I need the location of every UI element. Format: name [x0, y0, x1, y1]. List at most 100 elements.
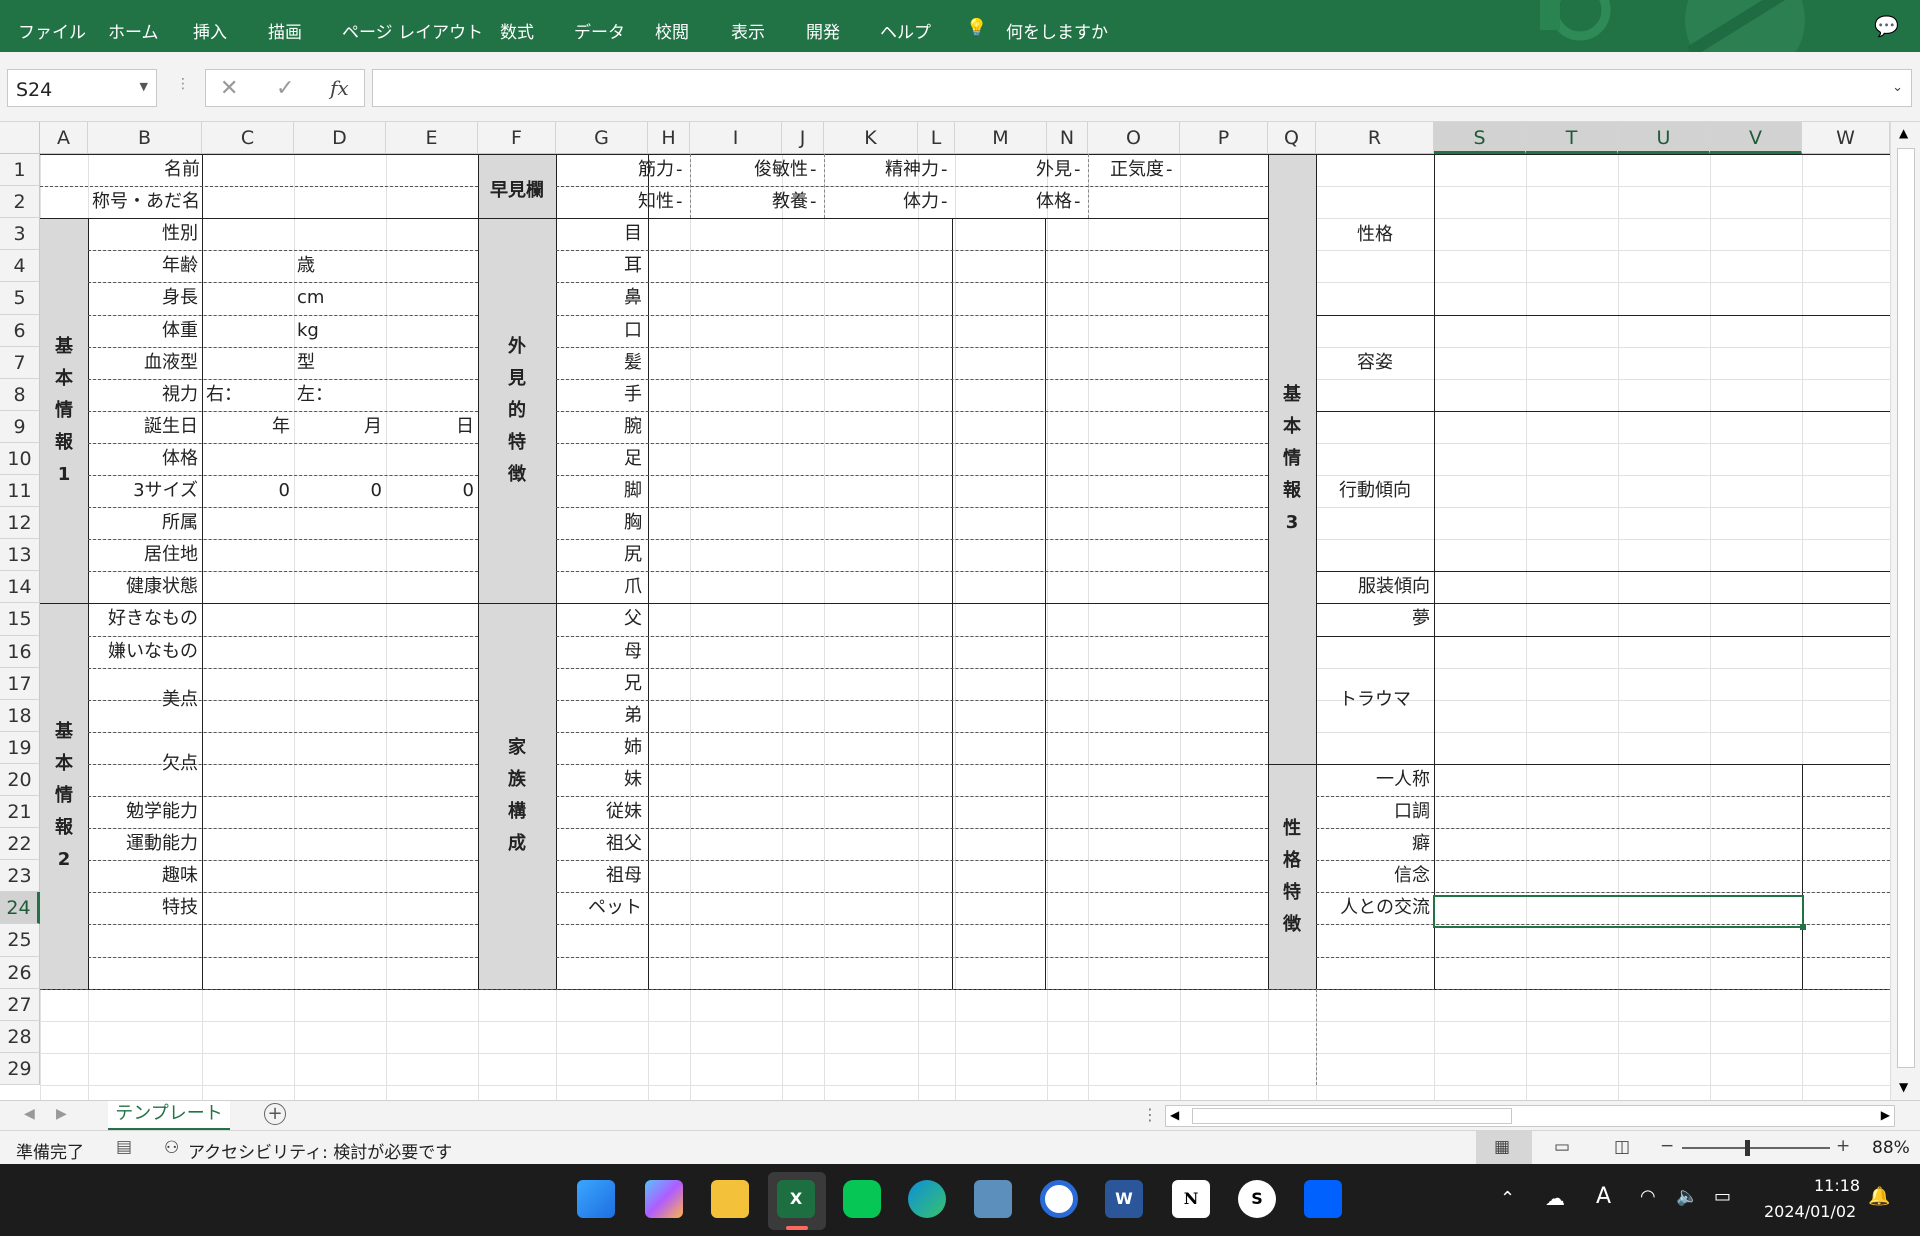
row-header-2[interactable]: 2	[0, 186, 40, 218]
page-layout-view-icon[interactable]: ▭	[1554, 1137, 1570, 1157]
column-header-Q[interactable]: Q	[1268, 122, 1316, 154]
notification-icon[interactable]: 🔔	[1868, 1186, 1890, 1207]
column-header-B[interactable]: B	[88, 122, 202, 154]
page-break-view-icon[interactable]: ◫	[1614, 1137, 1630, 1157]
column-header-U[interactable]: U	[1618, 122, 1710, 154]
onedrive-icon[interactable]: ☁	[1545, 1186, 1565, 1210]
row-header-12[interactable]: 12	[0, 507, 40, 539]
row-header-17[interactable]: 17	[0, 668, 40, 700]
splitter-icon[interactable]: ⋮	[1142, 1105, 1158, 1124]
excel-icon[interactable]: X	[777, 1180, 815, 1218]
accessibility-status[interactable]: アクセシビリティ: 検討が必要です	[188, 1138, 452, 1163]
column-header-V[interactable]: V	[1710, 122, 1802, 154]
tab-draw[interactable]: 描画	[268, 18, 302, 43]
vertical-scrollbar[interactable]: ▲ ▼	[1890, 122, 1920, 1100]
tab-insert[interactable]: 挿入	[193, 18, 227, 43]
column-header-G[interactable]: G	[556, 122, 648, 154]
select-all-corner[interactable]	[0, 122, 40, 154]
zoom-slider[interactable]	[1682, 1147, 1830, 1149]
row-header-23[interactable]: 23	[0, 860, 40, 892]
column-header-N[interactable]: N	[1047, 122, 1088, 154]
tab-formulas[interactable]: 数式	[500, 18, 534, 43]
row-header-25[interactable]: 25	[0, 924, 40, 957]
dropbox-icon[interactable]	[1304, 1180, 1342, 1218]
row-header-22[interactable]: 22	[0, 828, 40, 860]
copilot-icon[interactable]	[645, 1180, 683, 1218]
column-header-K[interactable]: K	[824, 122, 918, 154]
chevron-down-icon[interactable]: ▼	[140, 80, 148, 93]
app-s-icon[interactable]	[1040, 1180, 1078, 1218]
column-header-A[interactable]: A	[40, 122, 88, 154]
battery-icon[interactable]: ▭	[1714, 1186, 1731, 1207]
wifi-icon[interactable]: ◠	[1640, 1186, 1656, 1207]
row-header-4[interactable]: 4	[0, 250, 40, 282]
column-header-P[interactable]: P	[1180, 122, 1268, 154]
photos-icon[interactable]	[974, 1180, 1012, 1218]
tab-home[interactable]: ホーム	[108, 18, 159, 43]
row-header-5[interactable]: 5	[0, 282, 40, 315]
tab-review[interactable]: 校閲	[655, 18, 689, 43]
row-header-21[interactable]: 21	[0, 796, 40, 828]
column-header-F[interactable]: F	[478, 122, 556, 154]
volume-muted-icon[interactable]: 🔈	[1676, 1186, 1698, 1207]
zoom-in-icon[interactable]: +	[1836, 1136, 1850, 1156]
zoom-slider-thumb[interactable]	[1745, 1140, 1750, 1156]
sheet-tab-template[interactable]: テンプレート	[108, 1101, 230, 1131]
column-header-O[interactable]: O	[1088, 122, 1180, 154]
app-s2-icon[interactable]: S	[1238, 1180, 1276, 1218]
scroll-down-icon[interactable]: ▼	[1899, 1080, 1908, 1094]
file-explorer-icon[interactable]	[711, 1180, 749, 1218]
row-header-18[interactable]: 18	[0, 700, 40, 732]
cancel-icon[interactable]: ✕	[220, 76, 238, 101]
start-icon[interactable]	[577, 1180, 615, 1218]
selected-cell[interactable]	[1433, 895, 1806, 930]
column-header-C[interactable]: C	[202, 122, 294, 154]
column-header-T[interactable]: T	[1526, 122, 1618, 154]
macro-record-icon[interactable]: ▤	[116, 1137, 132, 1157]
row-header-6[interactable]: 6	[0, 315, 40, 347]
scroll-right-icon[interactable]: ▶	[1881, 1108, 1890, 1122]
column-header-W[interactable]: W	[1802, 122, 1890, 154]
column-header-I[interactable]: I	[690, 122, 782, 154]
column-header-M[interactable]: M	[955, 122, 1047, 154]
tab-view[interactable]: 表示	[731, 18, 765, 43]
zoom-level[interactable]: 88%	[1872, 1138, 1910, 1158]
row-header-29[interactable]: 29	[0, 1053, 40, 1085]
row-header-19[interactable]: 19	[0, 732, 40, 764]
ime-icon[interactable]: A	[1596, 1184, 1611, 1209]
more-options-icon[interactable]: ⋮	[176, 76, 190, 92]
scroll-up-icon[interactable]: ▲	[1899, 126, 1908, 140]
tab-developer[interactable]: 開発	[806, 18, 840, 43]
tab-data[interactable]: データ	[574, 18, 625, 43]
row-header-24[interactable]: 24	[0, 892, 40, 924]
formula-input[interactable]: ⌄	[372, 69, 1912, 107]
row-header-28[interactable]: 28	[0, 1021, 40, 1053]
row-header-13[interactable]: 13	[0, 539, 40, 571]
line-icon[interactable]	[843, 1180, 881, 1218]
row-header-10[interactable]: 10	[0, 443, 40, 475]
column-header-D[interactable]: D	[294, 122, 386, 154]
row-header-8[interactable]: 8	[0, 379, 40, 411]
row-header-3[interactable]: 3	[0, 218, 40, 250]
row-header-20[interactable]: 20	[0, 764, 40, 796]
tab-help[interactable]: ヘルプ	[880, 18, 931, 43]
column-header-L[interactable]: L	[918, 122, 955, 154]
worksheet-grid[interactable]: A B C D E F G H I J K L M N O P Q R S T U V W 1 2 3 4 5 6 7 8 9 10 11 12 13…	[0, 122, 1920, 1100]
tab-file[interactable]: ファイル	[18, 18, 86, 43]
row-header-11[interactable]: 11	[0, 475, 40, 507]
h-scroll-thumb[interactable]	[1192, 1108, 1512, 1124]
name-box[interactable]: S24 ▼	[7, 69, 157, 107]
column-header-E[interactable]: E	[386, 122, 478, 154]
accessibility-icon[interactable]: ⚇	[164, 1138, 179, 1158]
edge-icon[interactable]	[908, 1180, 946, 1218]
row-header-15[interactable]: 15	[0, 603, 40, 636]
horizontal-scrollbar[interactable]: ◀ ▶	[1165, 1105, 1895, 1127]
notion-icon[interactable]: N	[1172, 1180, 1210, 1218]
next-sheet-icon[interactable]: ▶	[56, 1106, 67, 1122]
tab-page-layout[interactable]: ページ レイアウト	[342, 18, 483, 43]
word-icon[interactable]: W	[1105, 1180, 1143, 1218]
row-header-1[interactable]: 1	[0, 154, 40, 186]
column-header-R[interactable]: R	[1316, 122, 1434, 154]
column-header-S[interactable]: S	[1434, 122, 1526, 154]
expand-chevron-icon[interactable]: ⌄	[1892, 80, 1903, 95]
